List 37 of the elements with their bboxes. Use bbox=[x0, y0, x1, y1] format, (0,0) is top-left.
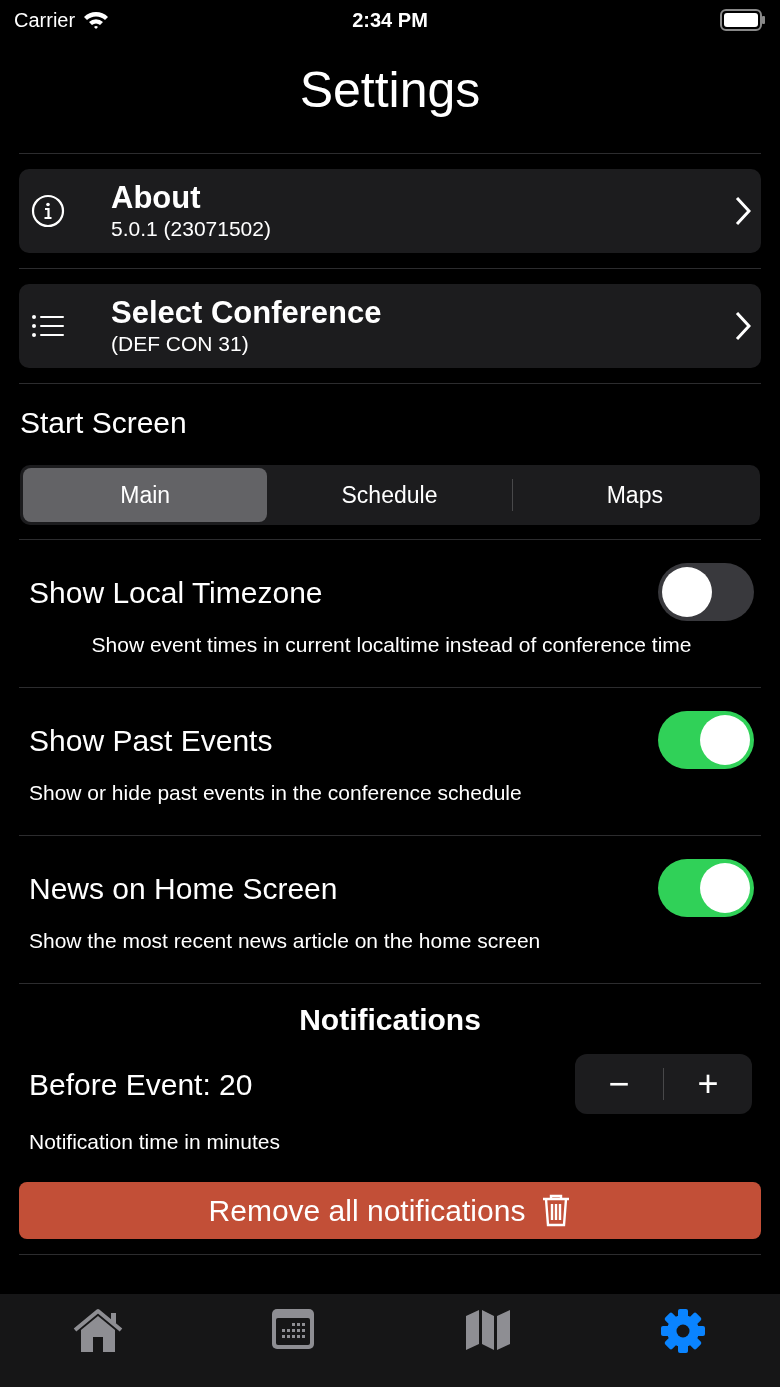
carrier-label: Carrier bbox=[14, 8, 76, 33]
toggle-title: News on Home Screen bbox=[29, 870, 338, 907]
toggle-switch[interactable] bbox=[658, 859, 754, 917]
row-subtitle: 5.0.1 (23071502) bbox=[111, 216, 272, 242]
decrement-button[interactable]: − bbox=[575, 1054, 663, 1114]
toggle-title: Show Past Events bbox=[29, 722, 273, 759]
list-icon bbox=[31, 314, 65, 338]
toggle-description: Show event times in current localtime instead of conference time bbox=[90, 632, 693, 658]
chevron-icon bbox=[735, 196, 751, 226]
row-title: About bbox=[111, 180, 202, 216]
increment-button[interactable]: + bbox=[664, 1054, 752, 1114]
page-title: Settings bbox=[299, 64, 481, 120]
toggle-switch[interactable] bbox=[658, 711, 754, 769]
trash-icon bbox=[541, 1193, 572, 1227]
section-label: Start Screen bbox=[20, 405, 188, 441]
map-icon bbox=[464, 1308, 511, 1352]
section-heading: Notifications bbox=[299, 1001, 481, 1038]
info-icon bbox=[31, 194, 65, 228]
chevron-icon bbox=[735, 311, 751, 341]
row-subtitle: (DEF CON 31) bbox=[111, 331, 250, 357]
settings-icon bbox=[659, 1308, 706, 1354]
segment-tab[interactable]: Schedule bbox=[267, 468, 512, 522]
navigation-row[interactable]: Select Conference (DEF CON 31) bbox=[19, 284, 761, 368]
before-event-label: Before Event: 20 bbox=[29, 1066, 253, 1103]
notification-description: Notification time in minutes bbox=[28, 1129, 281, 1155]
segment-tab[interactable]: Main bbox=[23, 468, 268, 522]
toggle-title: Show Local Timezone bbox=[29, 574, 323, 611]
toggle-description: Show the most recent news article on the home screen bbox=[29, 928, 542, 954]
wifi-icon bbox=[83, 10, 110, 30]
status-time: 2:34 PM bbox=[352, 8, 428, 33]
navigation-row[interactable]: About 5.0.1 (23071502) bbox=[19, 169, 761, 253]
battery-icon bbox=[720, 9, 766, 31]
remove-notifications-button[interactable]: Remove all notifications bbox=[19, 1181, 761, 1239]
toggle-description: Show or hide past events in the conference schedule bbox=[29, 780, 523, 806]
calendar-icon bbox=[270, 1308, 315, 1350]
segment-tab[interactable]: Maps bbox=[512, 468, 757, 522]
row-title: Select Conference bbox=[111, 295, 383, 331]
